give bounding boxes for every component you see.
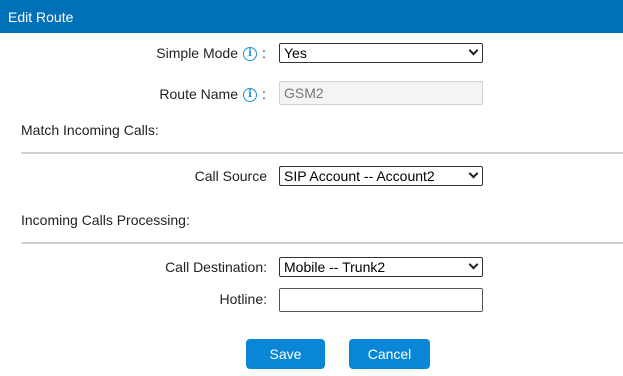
section-divider [21,242,623,244]
call-destination-value: Mobile -- Trunk2 [284,259,386,275]
save-button[interactable]: Save [246,339,325,369]
hotline-label: Hotline: [219,291,267,307]
hotline-input[interactable] [279,288,483,312]
incoming-calls-processing-heading: Incoming Calls Processing: [21,212,190,228]
simple-mode-colon: : [262,45,266,61]
chevron-down-icon [468,259,479,270]
section-divider [21,152,623,154]
call-source-value: SIP Account -- Account2 [284,168,435,184]
chevron-down-icon [468,168,479,179]
call-source-select[interactable]: SIP Account -- Account2 [279,166,483,186]
route-name-input: GSM2 [279,81,483,105]
window-title: Edit Route [8,9,74,25]
info-icon[interactable]: i [243,47,257,61]
window-title-bar: Edit Route [0,0,623,33]
chevron-down-icon [468,45,479,56]
route-name-colon: : [262,86,266,102]
match-incoming-calls-heading: Match Incoming Calls: [21,122,159,138]
route-name-value: GSM2 [284,85,324,101]
call-source-label: Call Source [194,168,267,184]
call-destination-select[interactable]: Mobile -- Trunk2 [279,257,483,277]
route-name-label: Route Name [159,86,238,102]
info-icon[interactable]: i [243,88,257,102]
cancel-button[interactable]: Cancel [349,339,430,369]
call-destination-label: Call Destination: [165,259,267,275]
simple-mode-value: Yes [284,45,307,61]
simple-mode-select[interactable]: Yes [279,43,483,63]
simple-mode-label: Simple Mode [156,45,238,61]
